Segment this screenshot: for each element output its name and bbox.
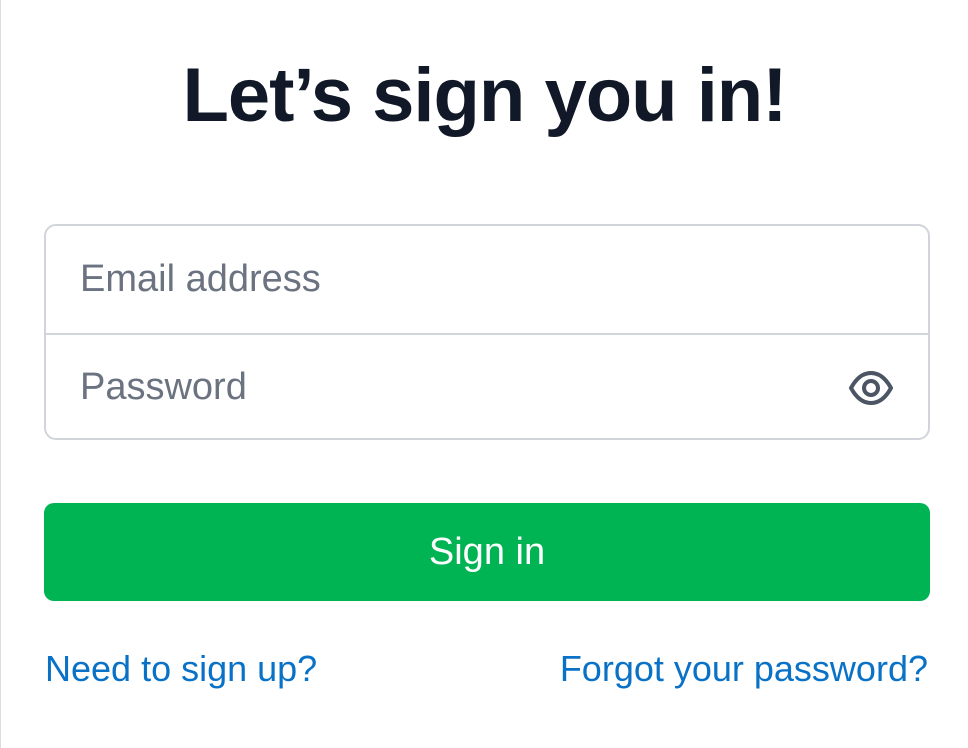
page-title: Let’s sign you in! bbox=[182, 53, 787, 138]
sign-in-button[interactable]: Sign in bbox=[44, 503, 930, 601]
forgot-password-link[interactable]: Forgot your password? bbox=[560, 648, 928, 690]
email-field-wrapper bbox=[46, 226, 928, 333]
sign-up-link[interactable]: Need to sign up? bbox=[45, 648, 317, 690]
password-input[interactable] bbox=[46, 335, 928, 438]
credentials-fieldset bbox=[44, 224, 930, 440]
sign-in-page: Let’s sign you in! Sign in Need to sign … bbox=[0, 0, 968, 748]
email-input[interactable] bbox=[46, 226, 928, 333]
password-field-wrapper bbox=[46, 333, 928, 438]
eye-icon[interactable] bbox=[846, 368, 896, 408]
